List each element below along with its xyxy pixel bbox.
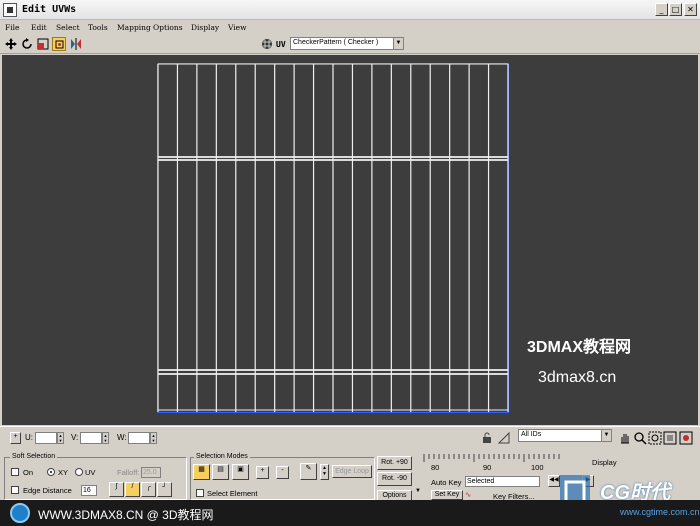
id-filter-value: All IDs — [521, 431, 542, 438]
selection-modes-title: Selection Modes — [194, 453, 250, 460]
title-bar: Edit UVWs _ □ ✕ — [0, 0, 700, 20]
menu-file[interactable]: File — [5, 23, 19, 32]
watermark-title: 3DMAX教程网 — [527, 339, 632, 356]
select-element-checkbox[interactable] — [196, 489, 204, 497]
display-label: Display — [592, 458, 617, 467]
paint-select-icon[interactable] — [497, 431, 511, 445]
uv-radio[interactable] — [75, 468, 83, 476]
site-logo-icon — [10, 503, 30, 523]
menu-bar: File Edit Select Tools Mapping Options D… — [0, 20, 700, 35]
xy-radio[interactable] — [47, 468, 55, 476]
absolute-toggle-icon[interactable]: + — [10, 432, 21, 444]
menu-tools[interactable]: Tools — [88, 23, 108, 32]
tick-label-100: 100 — [531, 463, 544, 472]
id-filter-select[interactable]: All IDs ▼ — [518, 429, 612, 442]
edge-distance-checkbox[interactable] — [11, 486, 19, 494]
soft-selection-title: Soft Selection — [10, 453, 58, 460]
falloff-fast-out-icon[interactable]: ╯ — [157, 482, 172, 497]
move-icon[interactable] — [4, 37, 18, 51]
rotate-icon[interactable] — [20, 37, 34, 51]
v-input[interactable]: ▲ ▼ — [80, 432, 109, 444]
key-mode-icon: ∿ — [465, 490, 472, 499]
edge-loop-button[interactable]: Edge Loop — [332, 465, 372, 478]
tick-label-80: 80 — [431, 463, 440, 472]
menu-options[interactable]: Options — [153, 23, 183, 32]
cg-url: www.cgtime.com.cn — [620, 507, 700, 517]
freeform-icon[interactable] — [52, 37, 66, 51]
soft-on-checkbox[interactable] — [11, 468, 19, 476]
window-title: Edit UVWs — [22, 4, 77, 15]
shrink-selection-button[interactable]: - — [276, 466, 289, 479]
pan-icon[interactable] — [618, 431, 632, 445]
set-key-button[interactable]: Set Key — [431, 490, 463, 500]
mirror-icon[interactable] — [69, 37, 83, 51]
scale-icon[interactable] — [36, 37, 50, 51]
xy-label: XY — [58, 468, 69, 477]
texture-select[interactable]: CheckerPattern ( Checker ) ▼ — [290, 37, 404, 50]
watermark-url: 3dmax8.cn — [538, 369, 617, 386]
menu-edit[interactable]: Edit — [31, 23, 47, 32]
soft-on-label: On — [23, 468, 34, 477]
uv-radio-label: UV — [85, 468, 96, 477]
minimize-button[interactable]: _ — [655, 3, 668, 16]
soft-selection-group: Soft Selection On XY UV Falloff: 25.0 Ed… — [4, 453, 187, 500]
filter-icon[interactable] — [679, 431, 693, 445]
menu-select[interactable]: Select — [56, 23, 80, 32]
app-icon — [3, 3, 17, 17]
zoom-icon[interactable] — [633, 431, 647, 445]
face-mode-icon[interactable]: ▣ — [232, 464, 249, 480]
lock-icon[interactable] — [480, 431, 494, 445]
u-label: U: — [25, 433, 33, 442]
vertex-mode-icon[interactable]: ▦ — [193, 464, 210, 480]
falloff-label: Falloff: — [117, 468, 140, 477]
falloff-input[interactable]: 25.0 — [141, 467, 161, 478]
edge-mode-icon[interactable]: ▤ — [212, 464, 229, 480]
paint-brush-icon[interactable]: ✎ — [300, 463, 317, 480]
w-label: W: — [117, 433, 127, 442]
selection-modes-group: Selection Modes ▦ ▤ ▣ + - ✎ ▲ ▼ Edge Loop… — [190, 453, 375, 500]
chevron-down-icon: ▼ — [393, 38, 403, 49]
prev-frame-icon[interactable]: ◀◀ — [548, 475, 560, 487]
w-input[interactable]: ▲ ▼ — [128, 432, 157, 444]
footer-text: WWW.3DMAX8.CN @ 3D教程网 — [38, 508, 214, 522]
rotate-minus-90-button[interactable]: Rot. -90 — [377, 472, 412, 486]
options-arrow-icon: ▼ — [415, 488, 421, 494]
brush-spinner[interactable]: ▲ ▼ — [320, 464, 329, 480]
rotate-plus-90-button[interactable]: Rot. +90 — [377, 456, 412, 470]
texture-select-value: CheckerPattern ( Checker ) — [293, 39, 379, 46]
falloff-smooth-icon[interactable]: ∫ — [109, 482, 124, 497]
v-label: V: — [71, 433, 79, 442]
falloff-slow-out-icon[interactable]: ╭ — [141, 482, 156, 497]
menu-display[interactable]: Display — [191, 23, 219, 32]
select-element-label: Select Element — [207, 489, 258, 498]
uv-mesh[interactable] — [157, 63, 509, 413]
auto-key-label[interactable]: Auto Key — [431, 478, 461, 487]
edge-distance-label: Edge Distance — [23, 486, 72, 495]
zoom-extents-icon[interactable] — [663, 431, 677, 445]
maximize-button[interactable]: □ — [669, 3, 682, 16]
menu-view[interactable]: View — [228, 23, 247, 32]
checker-icon[interactable] — [260, 37, 274, 51]
selected-set-value: Selected — [467, 478, 495, 485]
edge-distance-input[interactable]: 16 — [81, 485, 97, 496]
uv-label: UV — [276, 40, 286, 49]
u-input[interactable]: ▲ ▼ — [35, 432, 64, 444]
tick-label-90: 90 — [483, 463, 492, 472]
grow-selection-button[interactable]: + — [256, 466, 269, 479]
falloff-linear-icon[interactable]: / — [125, 482, 140, 497]
watermark-footer: WWW.3DMAX8.CN @ 3D教程网 — [0, 500, 700, 526]
menu-mapping[interactable]: Mapping — [117, 23, 151, 32]
close-button[interactable]: ✕ — [684, 3, 697, 16]
chevron-down-icon: ▼ — [601, 430, 611, 441]
zoom-region-icon[interactable] — [648, 431, 662, 445]
selected-set-select[interactable]: Selected — [465, 476, 540, 487]
